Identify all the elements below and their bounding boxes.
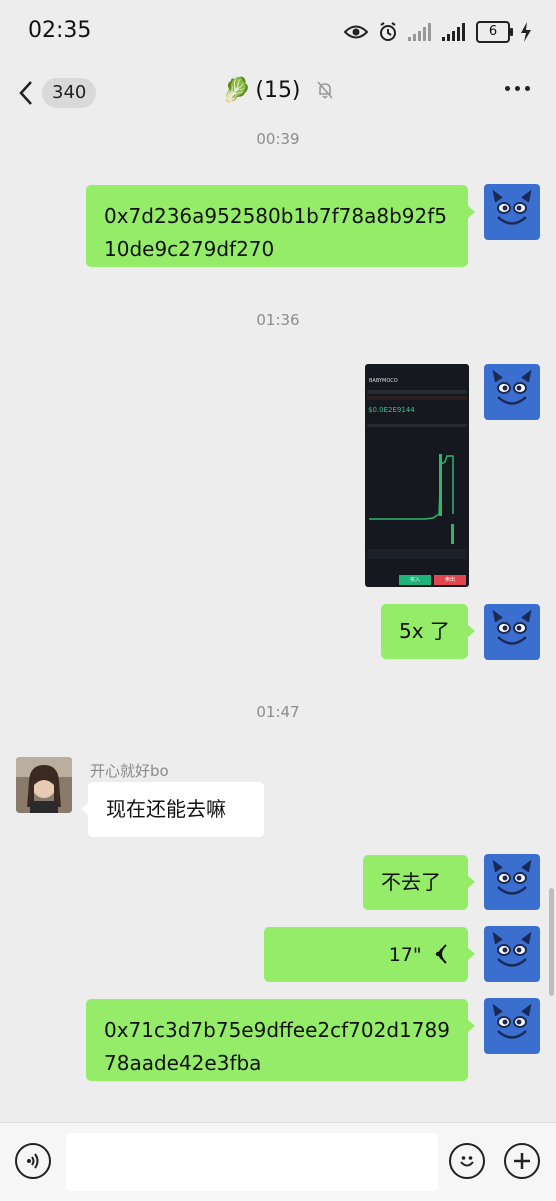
more-dot	[505, 86, 510, 91]
image-buy-text: 买入	[399, 575, 431, 585]
message-text: 5x 了	[399, 619, 450, 643]
eye-icon	[344, 25, 368, 39]
cartoon-face-icon	[492, 1003, 532, 1039]
profile-photo	[16, 757, 72, 813]
message-bubble[interactable]: 不去了	[363, 855, 475, 910]
cartoon-face-icon	[492, 859, 532, 895]
more-button[interactable]	[505, 86, 530, 91]
voice-icon	[27, 1153, 39, 1169]
voice-wave-icon	[435, 944, 447, 964]
input-bar	[0, 1122, 556, 1201]
message-text: 不去了	[381, 870, 441, 894]
more-dot	[515, 86, 520, 91]
message-bubble[interactable]: 0x7d236a952580b1b7f78a8b92f510de9c279df2…	[86, 185, 475, 267]
cartoon-face-icon	[492, 609, 532, 645]
cartoon-face-icon	[492, 931, 532, 967]
status-time: 02:35	[28, 18, 92, 43]
more-dot	[525, 86, 530, 91]
chat-title-text: (15)	[255, 77, 301, 103]
chat-title[interactable]: 🥬 (15)	[0, 76, 556, 104]
avatar[interactable]	[484, 364, 540, 420]
time-divider: 00:39	[256, 130, 300, 148]
message-text: 0x7d236a952580b1b7f78a8b92f510de9c279df2…	[104, 204, 447, 261]
chat-header: 340 🥬 (15)	[0, 64, 556, 120]
message-bubble[interactable]: 0x71c3d7b75e9dffee2cf702d178978aade42e3f…	[86, 999, 475, 1081]
voice-input-button[interactable]	[15, 1143, 51, 1179]
message-bubble[interactable]: 5x 了	[381, 604, 475, 659]
avatar[interactable]	[484, 998, 540, 1054]
message-text: 0x71c3d7b75e9dffee2cf702d178978aade42e3f…	[104, 1018, 450, 1075]
avatar[interactable]	[484, 854, 540, 910]
plus-icon	[514, 1153, 530, 1169]
avatar[interactable]	[484, 604, 540, 660]
scrollbar[interactable]	[549, 888, 554, 996]
signal-icon-2	[442, 23, 465, 41]
battery-icon: 6	[476, 21, 513, 43]
smiley-icon	[460, 1156, 474, 1167]
message-input[interactable]	[66, 1133, 438, 1191]
avatar[interactable]	[484, 926, 540, 982]
charging-icon	[521, 22, 531, 42]
status-icons: 6	[344, 18, 532, 46]
add-button[interactable]	[504, 1143, 540, 1179]
avatar[interactable]	[16, 757, 72, 813]
mute-bell-icon	[316, 81, 333, 99]
cartoon-face-icon	[492, 369, 532, 405]
signal-icon	[408, 23, 431, 41]
alarm-icon	[380, 22, 396, 41]
emoji-button[interactable]	[449, 1143, 485, 1179]
image-message[interactable]: BABYMOCO $0.0E2E9144 买入 卖出	[365, 364, 469, 587]
sender-name: 开心就好bo	[90, 762, 169, 780]
voice-message[interactable]: 17"	[264, 927, 475, 982]
status-bar: 02:35 6	[0, 0, 556, 64]
cartoon-face-icon	[492, 189, 532, 225]
message-bubble[interactable]: 现在还能去嘛	[81, 782, 264, 837]
message-text: 现在还能去嘛	[106, 797, 226, 821]
image-sell-text: 卖出	[434, 575, 466, 585]
voice-duration: 17"	[388, 944, 422, 966]
price-chart	[367, 390, 467, 559]
time-divider: 01:47	[256, 703, 300, 721]
avatar[interactable]	[484, 184, 540, 240]
time-divider: 01:36	[256, 311, 300, 329]
title-emoji: 🥬	[221, 76, 252, 104]
